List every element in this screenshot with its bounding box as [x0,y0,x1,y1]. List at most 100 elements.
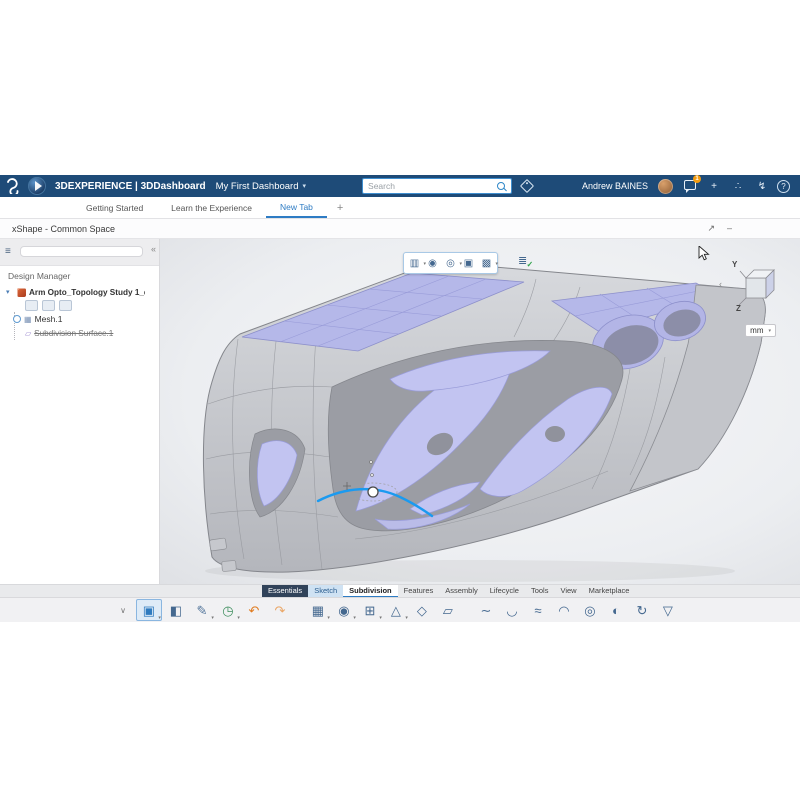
badge-icon-2[interactable] [42,300,55,311]
tab-getting-started[interactable]: Getting Started [72,197,157,218]
tree-root-label[interactable]: Arm Opto_Topology Study 1_deform... [29,288,145,297]
model-tree: ▾ Arm Opto_Topology Study 1_deform... ▦ … [0,285,159,340]
undo-icon: ↶ [248,604,259,617]
maximize-icon[interactable]: ↗ [707,223,715,234]
split-tool[interactable]: ◐ [604,600,628,620]
sphere-primitive-icon: ◉ [338,604,349,617]
grid-plane-icon: ⊞ [364,604,375,617]
display-mode-icon: ▥ [410,258,419,269]
tree-subdivision-row[interactable]: ▱ Subdivision Surface.1 [15,326,159,340]
3d-viewport[interactable]: ▥ ▾ ◉ ◎ ▾ ▣ ▩ ▾ ≣ ✓ [160,239,800,584]
chevron-down-icon[interactable]: ▾ [379,615,382,621]
user-name[interactable]: Andrew BAINES [582,181,648,191]
view-compass[interactable]: Y Z [730,254,776,314]
wireframe-tool[interactable]: ▽ [656,600,680,620]
undo-button[interactable]: ↶ [242,600,266,620]
subdivision-surface-icon: ▱ [25,329,31,338]
section-tool[interactable]: ▣ [462,258,475,269]
search-icon[interactable] [497,182,505,190]
pin-icon: △ [391,604,401,617]
check-icon: ✓ [527,260,534,269]
brand-title: 3DEXPERIENCE | 3DDashboard [55,181,206,192]
tree-view-icon[interactable]: ≡ [5,246,11,257]
chevron-down-icon[interactable]: ▾ [237,615,240,621]
compass-collapse-icon[interactable]: ‹ [719,279,722,289]
units-dropdown[interactable]: mm ▾ [745,324,776,337]
3dexperience-compass-icon[interactable] [28,177,46,195]
collapse-panel-icon[interactable]: « [151,244,156,254]
tree-mesh-row[interactable]: ▦ Mesh.1 [15,312,159,326]
curve-handle[interactable] [368,487,378,497]
layers-tool[interactable]: ▩ ▾ [480,258,493,269]
tab-learn-the-experience[interactable]: Learn the Experience [157,197,266,218]
loft-tool[interactable]: ≈ [526,600,550,620]
widget-title: xShape - Common Space [12,224,115,234]
expander-icon[interactable]: ▾ [6,288,14,296]
search-input[interactable] [363,181,486,191]
chevron-down-icon[interactable]: ▾ [327,615,330,621]
sphere-primitive-tool[interactable]: ◉ ▾ [332,600,356,620]
arc-tool[interactable]: ◡ [500,600,524,620]
3d-model[interactable] [160,239,800,584]
history-tool[interactable]: ◷ ▾ [216,600,240,620]
minimize-icon[interactable]: – [727,223,732,234]
sweep-icon: ◠ [558,604,569,617]
dashboard-tabbar: Getting Started Learn the Experience New… [0,197,800,219]
avatar[interactable] [658,179,673,194]
help-icon[interactable]: ? [777,180,790,193]
chevron-down-icon[interactable]: ▾ [303,182,307,190]
redo-button[interactable]: ↷ [268,600,292,620]
tree-children: ▦ Mesh.1 ▱ Subdivision Surface.1 [14,312,159,340]
badge-icon-1[interactable] [25,300,38,311]
mouse-cursor [698,246,710,261]
chevron-down-icon[interactable]: ▾ [405,615,408,621]
subdivision-label[interactable]: Subdivision Surface.1 [34,329,113,338]
update-check-tool[interactable]: ≣ ✓ [518,254,527,267]
badge-icon-3[interactable] [59,300,72,311]
pin-tool[interactable]: △ ▾ [384,600,408,620]
plane-tool[interactable]: ◇ [410,600,434,620]
apps-icon[interactable]: ↯ [755,181,769,192]
add-icon[interactable]: + [707,181,721,192]
mesh-label[interactable]: Mesh.1 [35,314,63,324]
visibility-tool[interactable]: ◎ ▾ [444,258,457,269]
chevron-down-icon[interactable]: ▾ [211,615,214,621]
display-mode-tool[interactable]: ▥ ▾ [408,258,421,269]
chevron-down-icon: ▾ [768,328,771,334]
chevron-down-icon[interactable]: ▾ [495,261,498,267]
y-axis-label[interactable]: Y [732,260,738,269]
paste-sketch-tool[interactable]: ✎ ▾ [190,600,214,620]
grid-box-tool[interactable]: ▦ ▾ [306,600,330,620]
box-primitive-tool[interactable]: ▣ ▾ [136,599,162,621]
3dexperience-app: 3DEXPERIENCE | 3DDashboard My First Dash… [0,175,800,622]
tag-icon[interactable] [520,179,534,193]
render-style-tool[interactable]: ◉ [426,258,439,269]
design-manager-panel: ≡ « Design Manager ▾ Arm Opto_Topology S… [0,239,160,584]
add-tab-button[interactable]: + [327,197,353,218]
wireframe-icon: ▽ [663,604,673,617]
ring-tool[interactable]: ◎ [578,600,602,620]
dashboard-name[interactable]: My First Dashboard [216,181,299,192]
chevron-down-icon[interactable]: ▾ [158,615,161,621]
share-icon[interactable]: ∴ [731,181,745,192]
tree-root-row[interactable]: ▾ Arm Opto_Topology Study 1_deform... [0,285,159,299]
sweep-tool[interactable]: ◠ [552,600,576,620]
arc-icon: ◡ [506,604,517,617]
modify-box-tool[interactable]: ◧ [164,600,188,620]
panel-toolbar: ≡ « [0,239,159,266]
revolve-tool[interactable]: ↻ [630,600,654,620]
units-value: mm [750,326,763,335]
sheet-icon: ▱ [443,604,453,617]
search-box [362,178,512,194]
chevron-down-icon[interactable]: ▾ [353,615,356,621]
notifications-icon[interactable]: 1 [683,180,697,193]
z-axis-label[interactable]: Z [736,304,741,313]
grid-plane-tool[interactable]: ⊞ ▾ [358,600,382,620]
actionbar-expander-icon[interactable]: ∨ [120,606,126,615]
panel-scrollbar[interactable] [20,246,143,257]
curve-tool[interactable]: ∼ [474,600,498,620]
sheet-tool[interactable]: ▱ [436,600,460,620]
tab-new-tab[interactable]: New Tab [266,197,327,218]
widget-header: xShape - Common Space ↗ – [0,219,800,239]
topbar: 3DEXPERIENCE | 3DDashboard My First Dash… [0,175,800,197]
